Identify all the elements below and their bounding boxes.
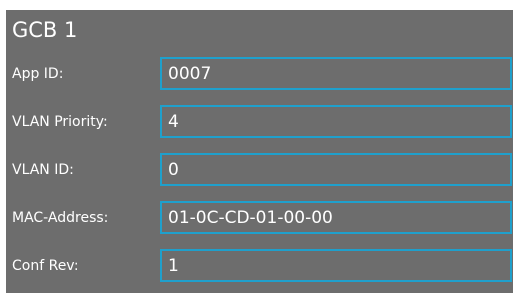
conf-rev-label: Conf Rev: [12, 258, 79, 274]
mac-address-label: MAC-Address: [12, 210, 109, 226]
app-id-field[interactable] [160, 57, 512, 90]
vlan-id-field[interactable] [160, 153, 512, 186]
conf-rev-field[interactable] [160, 249, 512, 282]
mac-address-field[interactable] [160, 201, 512, 234]
vlan-id-row: VLAN ID: [6, 148, 513, 192]
vlan-id-label: VLAN ID: [12, 162, 74, 178]
vlan-priority-label: VLAN Priority: [12, 114, 108, 130]
gcb-panel: GCB 1 App ID: VLAN Priority: VLAN ID: MA… [6, 10, 513, 293]
vlan-priority-field[interactable] [160, 105, 512, 138]
vlan-priority-row: VLAN Priority: [6, 100, 513, 144]
conf-rev-row: Conf Rev: [6, 244, 513, 288]
app-id-row: App ID: [6, 52, 513, 96]
mac-address-row: MAC-Address: [6, 196, 513, 240]
app-id-label: App ID: [12, 66, 64, 82]
panel-title: GCB 1 [12, 18, 78, 42]
